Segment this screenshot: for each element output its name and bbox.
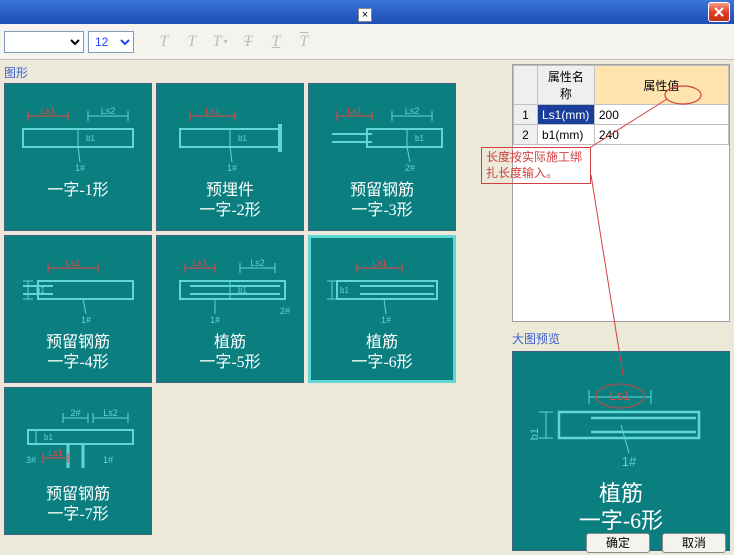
table-row[interactable]: 2b1(mm) <box>514 125 729 145</box>
font-size-combo[interactable]: 12 <box>88 31 134 53</box>
cancel-button[interactable]: 取消 <box>662 533 726 553</box>
shape-card[interactable]: Ls1 b1 1# 预埋件一字-2形 <box>156 83 304 231</box>
svg-text:b1: b1 <box>238 134 247 143</box>
preview-title: 植筋一字-6形 <box>579 480 663 535</box>
svg-text:b1: b1 <box>86 134 95 143</box>
svg-text:2#: 2# <box>70 408 80 418</box>
font-combo[interactable] <box>4 31 84 53</box>
svg-text:Ls2: Ls2 <box>103 408 118 418</box>
footer-buttons: 确定 取消 <box>586 533 726 553</box>
svg-text:1#: 1# <box>103 455 113 465</box>
window-close-button[interactable] <box>708 2 730 22</box>
text-style-btn-1[interactable]: T <box>152 30 176 54</box>
svg-text:b1: b1 <box>44 433 53 442</box>
col-value-header: 属性值 <box>594 66 728 105</box>
text-style-btn-3[interactable]: T▾ <box>208 30 232 54</box>
prop-value[interactable] <box>594 105 728 125</box>
shape-thumbnail: Ls1 Ls2 b1 2# <box>312 104 452 179</box>
svg-text:b1: b1 <box>36 286 45 295</box>
prop-value[interactable] <box>594 125 728 145</box>
shape-card[interactable]: Ls1 Ls2 b1 1# 2# 植筋一字-5形 <box>156 235 304 383</box>
text-style-btn-6[interactable]: T <box>292 30 316 54</box>
svg-text:Ls1: Ls1 <box>193 258 208 268</box>
annotation-callout: 长度按实际施工绑扎长度输入。 <box>481 147 591 184</box>
preview-label: 大图预览 <box>512 330 730 347</box>
text-style-btn-4[interactable]: T <box>236 30 260 54</box>
col-name-header: 属性名称 <box>538 66 595 105</box>
shape-group-label: 图形 <box>4 64 506 81</box>
shape-thumbnail: Ls1 b1 1# <box>160 104 300 179</box>
svg-text:b1: b1 <box>415 134 424 143</box>
shape-thumbnail: Ls1 b1 1# <box>312 256 452 331</box>
property-table: 属性名称 属性值 1Ls1(mm)2b1(mm) <box>513 65 729 145</box>
shape-title: 植筋一字-6形 <box>351 333 412 373</box>
shape-thumbnail: Ls1 b1 1# <box>8 256 148 331</box>
close-icon <box>714 7 724 17</box>
shape-title: 预留钢筋一字-4形 <box>46 333 110 373</box>
shape-thumbnail: Ls1 Ls2 b1 1# 2# <box>160 256 300 331</box>
prop-name: b1(mm) <box>538 125 595 145</box>
prop-value-input[interactable] <box>599 128 724 142</box>
svg-text:b1: b1 <box>238 286 247 295</box>
shape-card[interactable]: Ls1 b1 1# 预留钢筋一字-4形 <box>4 235 152 383</box>
panel-close-button[interactable]: × <box>358 8 372 22</box>
shape-card[interactable]: Ls1 Ls2 b1 1# 一字-1形 <box>4 83 152 231</box>
svg-text:1#: 1# <box>227 163 237 173</box>
svg-text:Ls1: Ls1 <box>610 388 631 403</box>
ok-button[interactable]: 确定 <box>586 533 650 553</box>
preview-svg: Ls1 b1 1# <box>521 368 721 478</box>
preview-box: Ls1 b1 1# 植筋一字-6形 <box>512 351 730 551</box>
svg-text:Ls1: Ls1 <box>66 258 81 268</box>
svg-text:Ls2: Ls2 <box>101 106 116 116</box>
svg-text:1#: 1# <box>622 454 637 469</box>
row-index: 1 <box>514 105 538 125</box>
svg-text:b1: b1 <box>340 286 349 295</box>
svg-text:3#: 3# <box>26 455 36 465</box>
shape-title: 植筋一字-5形 <box>199 333 260 373</box>
svg-text:2#: 2# <box>405 163 415 173</box>
table-row[interactable]: 1Ls1(mm) <box>514 105 729 125</box>
row-index: 2 <box>514 125 538 145</box>
property-table-wrap: 属性名称 属性值 1Ls1(mm)2b1(mm) 长度按实际施工绑扎长度输入。 <box>512 64 730 322</box>
shape-title: 预埋件一字-2形 <box>199 181 260 221</box>
svg-text:2#: 2# <box>280 306 290 316</box>
svg-text:Ls2: Ls2 <box>250 258 265 268</box>
svg-text:1#: 1# <box>81 315 91 325</box>
svg-text:Ls1: Ls1 <box>347 106 362 116</box>
svg-text:Ls1: Ls1 <box>41 106 56 116</box>
svg-text:Ls1: Ls1 <box>48 448 63 458</box>
svg-text:Ls1: Ls1 <box>205 106 220 116</box>
shape-title: 预留钢筋一字-3形 <box>350 181 414 221</box>
shape-panel: 图形 Ls1 Ls2 b1 1# 一字-1形 Ls1 <box>4 64 506 551</box>
svg-text:1#: 1# <box>381 315 391 325</box>
prop-value-input[interactable] <box>599 108 724 122</box>
svg-text:1#: 1# <box>210 315 220 325</box>
text-style-btn-2[interactable]: T <box>180 30 204 54</box>
format-toolbar: × 12 T T T▾ T T T <box>0 24 734 60</box>
prop-name: Ls1(mm) <box>538 105 595 125</box>
property-panel: 属性名称 属性值 1Ls1(mm)2b1(mm) 长度按实际施工绑扎长度输入。 … <box>512 64 730 551</box>
shape-card[interactable]: Ls1 Ls2 b1 2# 预留钢筋一字-3形 <box>308 83 456 231</box>
shape-thumbnail: 2# Ls2 Ls1 3# 1# b1 <box>8 408 148 483</box>
svg-text:Ls1: Ls1 <box>372 258 387 268</box>
text-style-btn-5[interactable]: T <box>264 30 288 54</box>
shape-title: 预留钢筋一字-7形 <box>46 485 110 525</box>
shape-card[interactable]: 2# Ls2 Ls1 3# 1# b1 预留钢筋一字-7形 <box>4 387 152 535</box>
shape-thumbnail: Ls1 Ls2 b1 1# <box>8 104 148 179</box>
shape-title: 一字-1形 <box>47 181 108 201</box>
shape-card[interactable]: Ls1 b1 1# 植筋一字-6形 <box>308 235 456 383</box>
svg-text:1#: 1# <box>75 163 85 173</box>
svg-text:b1: b1 <box>529 428 541 440</box>
svg-text:Ls2: Ls2 <box>405 106 420 116</box>
